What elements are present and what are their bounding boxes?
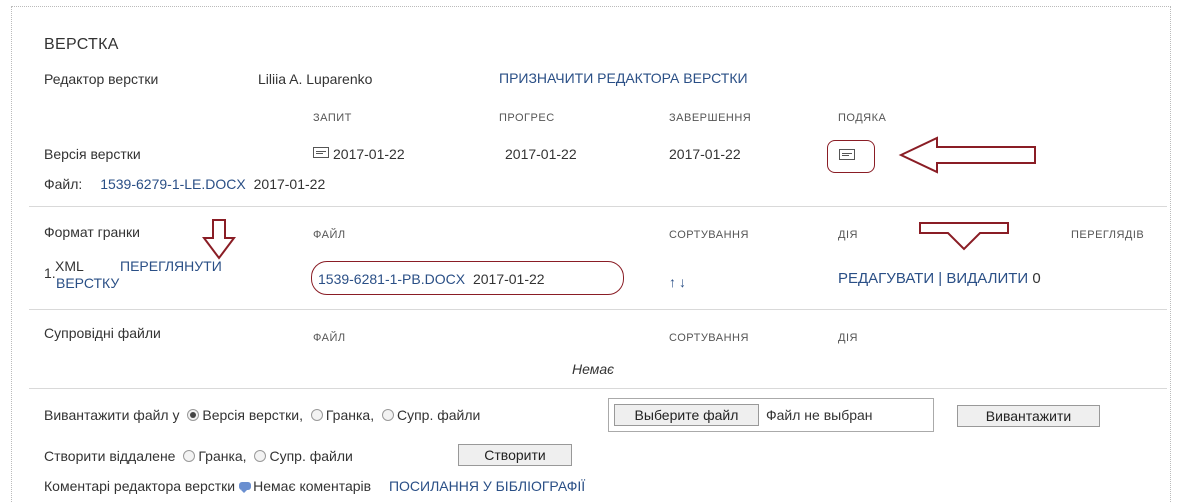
radio-supp[interactable]	[381, 409, 394, 421]
radio-version-label: Версія верстки,	[202, 407, 303, 423]
remote-row: Створити віддалене Гранка, Супр. файли	[44, 448, 353, 464]
email-icon[interactable]	[313, 147, 329, 158]
progress-date: 2017-01-22	[505, 146, 577, 162]
no-file-text: Файл не выбран	[766, 407, 873, 423]
annotation-arrow-down-left	[202, 219, 236, 260]
upload-button[interactable]: Вивантажити	[957, 405, 1100, 427]
galley-actions: РЕДАГУВАТИ | ВИДАЛИТИ 0	[838, 270, 1041, 287]
assign-editor-link[interactable]: ПРИЗНАЧИТИ РЕДАКТОРА ВЕРСТКИ	[499, 70, 748, 86]
no-comments-text: Немає коментарів	[253, 478, 372, 494]
file-row: Файл: 1539-6279-1-LE.DOCX 2017-01-22	[44, 176, 325, 192]
upload-row: Вивантажити файл у Версія верстки, Гранк…	[44, 407, 480, 423]
sort-arrows[interactable]: ↑↓	[669, 274, 689, 290]
galley-label: Формат гранки	[44, 224, 140, 240]
col-progress-header: ПРОГРЕС	[499, 112, 555, 124]
radio-remote-galley[interactable]	[183, 450, 196, 462]
radio-remote-supp[interactable]	[254, 450, 267, 462]
choose-file-button[interactable]: Выберите файл	[614, 404, 759, 426]
editor-name: Liliia A. Luparenko	[258, 71, 373, 87]
comments-row: Коментарі редактора верстки Немає комента…	[44, 478, 585, 494]
request-cell: 2017-01-22	[313, 146, 405, 162]
file-label: Файл:	[44, 176, 83, 192]
supp-col-action: ДІЯ	[838, 332, 858, 344]
file-link[interactable]: 1539-6279-1-LE.DOCX	[100, 176, 246, 192]
supp-empty: Немає	[572, 361, 615, 377]
annotation-oval-thanks	[827, 140, 875, 173]
references-link[interactable]: ПОСИЛАННЯ У БІБЛІОГРАФІЇ	[389, 478, 585, 494]
radio-supp-label: Супр. файли	[396, 407, 481, 423]
radio-remote-supp-label: Супр. файли	[269, 448, 353, 464]
radio-remote-galley-label: Гранка,	[198, 448, 247, 464]
create-button[interactable]: Створити	[458, 444, 572, 466]
radio-version[interactable]	[187, 409, 200, 421]
remote-label: Створити віддалене	[44, 448, 176, 464]
radio-galley-label: Гранка,	[325, 407, 375, 423]
edit-link[interactable]: РЕДАГУВАТИ	[838, 270, 934, 287]
completion-date: 2017-01-22	[669, 146, 741, 162]
galley-col-action: ДІЯ	[838, 229, 858, 241]
col-request-header: ЗАПИТ	[313, 112, 352, 124]
view-layout-link[interactable]: ПЕРЕГЛЯНУТИ ВЕРСТКУ	[56, 258, 256, 292]
col-completion-header: ЗАВЕРШЕННЯ	[669, 112, 752, 124]
editor-label: Редактор верстки	[44, 71, 159, 87]
version-label: Версія верстки	[44, 146, 141, 162]
supp-col-file: ФАЙЛ	[313, 332, 346, 344]
supp-label: Супровідні файли	[44, 325, 161, 341]
divider	[29, 206, 1167, 207]
file-date: 2017-01-22	[253, 176, 326, 192]
galley-col-file: ФАЙЛ	[313, 229, 346, 241]
galley-row-number: 1.	[44, 265, 56, 281]
section-title: ВЕРСТКА	[44, 36, 119, 53]
galley-col-views: ПЕРЕГЛЯДІВ	[1071, 229, 1145, 241]
upload-label: Вивантажити файл у	[44, 407, 180, 423]
annotation-arrow-down-right	[919, 222, 1009, 251]
comments-label: Коментарі редактора верстки	[44, 478, 236, 494]
divider	[29, 388, 1167, 389]
col-thanks-header: ПОДЯКА	[838, 112, 887, 124]
supp-col-sort: СОРТУВАННЯ	[669, 332, 749, 344]
annotation-oval-galley-file	[311, 261, 624, 295]
request-date: 2017-01-22	[333, 146, 405, 162]
annotation-arrow-left	[898, 136, 1036, 174]
radio-galley[interactable]	[310, 409, 323, 421]
comment-icon[interactable]	[239, 482, 252, 493]
delete-link[interactable]: ВИДАЛИТИ	[946, 270, 1028, 287]
views-count: 0	[1032, 270, 1041, 287]
divider	[29, 309, 1167, 310]
action-separator: |	[938, 270, 943, 287]
galley-col-sort: СОРТУВАННЯ	[669, 229, 749, 241]
